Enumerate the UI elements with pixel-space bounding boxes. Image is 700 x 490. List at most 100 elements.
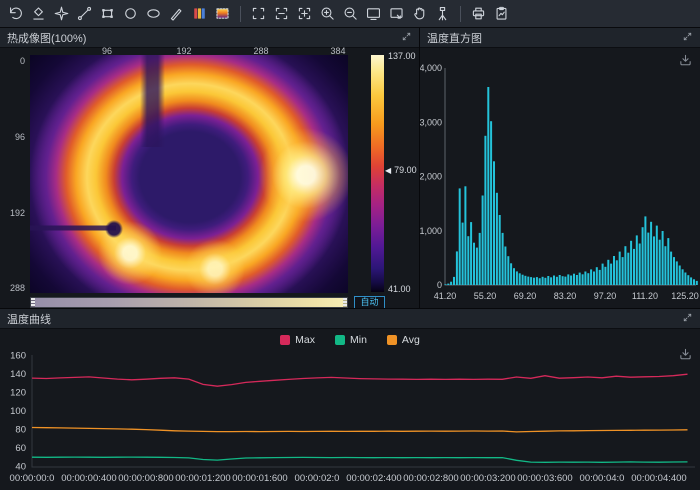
svg-text:41.20: 41.20 bbox=[434, 291, 457, 301]
thermal-image[interactable] bbox=[30, 55, 348, 293]
curve-chart: 40608010012014016000:00:00:000:00:00:400… bbox=[0, 351, 700, 490]
svg-text:120: 120 bbox=[10, 388, 26, 399]
expand-icon[interactable] bbox=[682, 31, 693, 45]
toolbar bbox=[0, 0, 700, 28]
eraser-icon[interactable] bbox=[27, 2, 50, 26]
svg-text:97.20: 97.20 bbox=[594, 291, 617, 301]
select-area-icon[interactable] bbox=[247, 2, 270, 26]
svg-text:00:00:03:600: 00:00:03:600 bbox=[517, 473, 572, 484]
thermal-analysis-app: 热成像图(100%) 96192288384 096192288 137.00 … bbox=[0, 0, 700, 490]
ruler-tick-label: 192 bbox=[0, 208, 25, 218]
svg-text:00:00:02:0: 00:00:02:0 bbox=[295, 473, 340, 484]
thermal-panel-title: 热成像图(100%) bbox=[7, 30, 86, 46]
svg-text:83.20: 83.20 bbox=[554, 291, 577, 301]
curve-panel: 温度曲线 Max Min Avg 40 60 80 100 120 140 160 00:00:0… bbox=[0, 308, 700, 490]
selection-minus-icon[interactable] bbox=[270, 2, 293, 26]
thermal-image-panel: 热成像图(100%) 96192288384 096192288 137.00 … bbox=[0, 28, 419, 308]
palette-icon[interactable] bbox=[188, 2, 211, 26]
svg-text:125.20: 125.20 bbox=[671, 291, 699, 301]
hand-icon[interactable] bbox=[408, 2, 431, 26]
svg-text:00:00:03:200: 00:00:03:200 bbox=[460, 473, 515, 484]
slider-handle-left[interactable] bbox=[31, 298, 35, 307]
hist-x-labels: 41.20 55.20 69.20 83.20 97.20 111.20 125.20 bbox=[434, 291, 699, 301]
ruler-tick-label: 0 bbox=[0, 56, 25, 66]
svg-text:2,000: 2,000 bbox=[420, 172, 442, 182]
colorbar-min-label: 41.00 bbox=[388, 284, 411, 294]
svg-text:00:00:04:400: 00:00:04:400 bbox=[631, 473, 686, 484]
thermal-palette-icon[interactable] bbox=[211, 2, 234, 26]
legend-item-avg[interactable]: Avg bbox=[387, 334, 420, 346]
zoom-out-icon[interactable] bbox=[339, 2, 362, 26]
legend-item-max[interactable]: Max bbox=[280, 334, 315, 346]
svg-text:00:00:04:0: 00:00:04:0 bbox=[580, 473, 625, 484]
curve-panel-title: 温度曲线 bbox=[7, 311, 51, 327]
histogram-panel: 温度直方图 01,0002,0003,0004,00041.2055.2069.… bbox=[419, 28, 700, 308]
svg-text:0: 0 bbox=[437, 280, 442, 290]
svg-text:111.20: 111.20 bbox=[632, 291, 658, 301]
ruler-tick-label: 288 bbox=[0, 283, 25, 293]
thermal-view: 96192288384 096192288 137.00 ◀ 79.00 41.… bbox=[0, 48, 419, 308]
svg-text:60: 60 bbox=[15, 443, 26, 454]
series-max bbox=[32, 374, 688, 386]
expand-icon[interactable] bbox=[682, 312, 693, 326]
histogram-panel-header: 温度直方图 bbox=[420, 28, 700, 48]
printer-icon[interactable] bbox=[467, 2, 490, 26]
curve-legend: Max Min Avg bbox=[0, 334, 700, 346]
curve-axes bbox=[32, 355, 695, 467]
svg-text:00:00:01:200: 00:00:01:200 bbox=[175, 473, 230, 484]
point-tool-icon[interactable] bbox=[50, 2, 73, 26]
selection-plus-icon[interactable] bbox=[293, 2, 316, 26]
undo-icon[interactable] bbox=[4, 2, 27, 26]
temperature-range-slider[interactable] bbox=[30, 297, 348, 308]
svg-text:00:00:02:400: 00:00:02:400 bbox=[346, 473, 401, 484]
legend-label: Avg bbox=[402, 334, 420, 346]
svg-text:140: 140 bbox=[10, 369, 26, 380]
report-icon[interactable] bbox=[490, 2, 513, 26]
legend-swatch bbox=[387, 335, 397, 345]
toolbar-separator bbox=[460, 6, 461, 22]
svg-text:00:00:00:400: 00:00:00:400 bbox=[61, 473, 116, 484]
colorbar-marker-value: 79.00 bbox=[394, 165, 417, 175]
legend-item-min[interactable]: Min bbox=[335, 334, 367, 346]
circle-tool-icon[interactable] bbox=[119, 2, 142, 26]
histogram-panel-title: 温度直方图 bbox=[427, 30, 482, 46]
hist-y-labels: 01,0002,0003,0004,000 bbox=[420, 63, 442, 290]
polygon-tool-icon[interactable] bbox=[96, 2, 119, 26]
svg-text:160: 160 bbox=[10, 351, 26, 362]
legend-label: Max bbox=[295, 334, 315, 346]
slider-handle-right[interactable] bbox=[343, 298, 347, 307]
svg-text:40: 40 bbox=[15, 462, 26, 473]
svg-text:00:00:00:800: 00:00:00:800 bbox=[118, 473, 173, 484]
zoom-in-icon[interactable] bbox=[316, 2, 339, 26]
colorbar-marker-arrow: ◀ bbox=[385, 166, 391, 175]
svg-text:100: 100 bbox=[10, 406, 26, 417]
ruler-tick-label: 96 bbox=[0, 132, 25, 142]
curve-y-labels: 40 60 80 100 120 140 160 bbox=[10, 351, 26, 473]
line-tool-icon[interactable] bbox=[73, 2, 96, 26]
pen-tool-icon[interactable] bbox=[165, 2, 188, 26]
svg-text:55.20: 55.20 bbox=[474, 291, 497, 301]
thermal-panel-header: 热成像图(100%) bbox=[0, 28, 419, 48]
colorbar-max-label: 137.00 bbox=[388, 51, 416, 61]
legend-swatch bbox=[335, 335, 345, 345]
expand-icon[interactable] bbox=[401, 31, 412, 45]
toolbar-separator bbox=[240, 6, 241, 22]
hist-bars bbox=[444, 87, 697, 285]
svg-text:1,000: 1,000 bbox=[420, 226, 442, 236]
tripod-icon[interactable] bbox=[431, 2, 454, 26]
colorbar-marker[interactable]: ◀ 79.00 bbox=[385, 165, 417, 175]
svg-text:00:00:01:600: 00:00:01:600 bbox=[232, 473, 287, 484]
ellipse-tool-icon[interactable] bbox=[142, 2, 165, 26]
svg-text:80: 80 bbox=[15, 425, 26, 436]
svg-text:69.20: 69.20 bbox=[514, 291, 537, 301]
fit-screen-icon[interactable] bbox=[362, 2, 385, 26]
histogram-chart: 01,0002,0003,0004,00041.2055.2069.2083.2… bbox=[420, 48, 700, 308]
legend-label: Min bbox=[350, 334, 367, 346]
fit-window-icon[interactable] bbox=[385, 2, 408, 26]
export-icon[interactable] bbox=[678, 53, 693, 68]
colorbar bbox=[371, 55, 384, 292]
svg-text:00:00:02:800: 00:00:02:800 bbox=[403, 473, 458, 484]
series-min bbox=[32, 457, 688, 462]
legend-swatch bbox=[280, 335, 290, 345]
series-avg bbox=[32, 428, 688, 432]
